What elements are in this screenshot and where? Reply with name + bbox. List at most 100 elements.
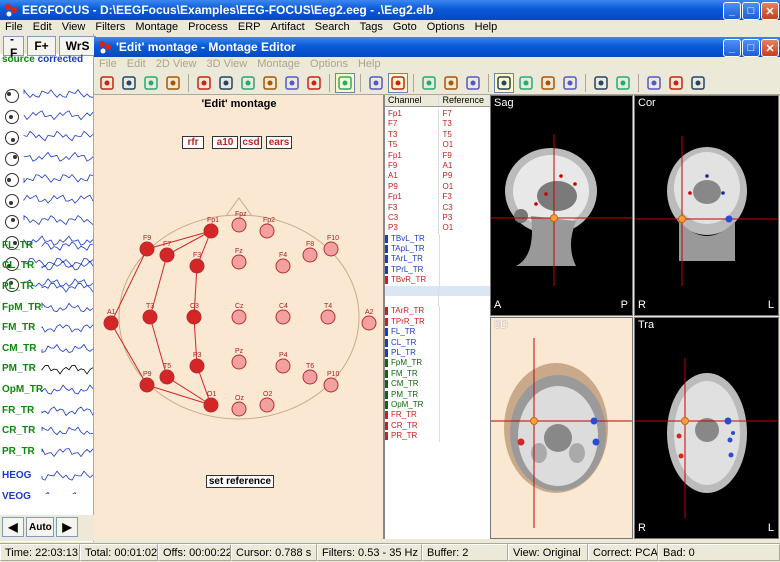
next-page-button[interactable]: ▶ [56, 517, 78, 537]
table-row[interactable] [385, 296, 490, 307]
electrode-p10[interactable]: P10 [323, 371, 340, 393]
header-channel[interactable]: Channel [385, 95, 438, 106]
zoom-v-icon[interactable] [388, 72, 408, 93]
undo-icon[interactable] [97, 73, 117, 93]
electrode-fz[interactable]: Fz [231, 248, 247, 270]
channel-label[interactable]: VEOG [2, 491, 31, 502]
electrode-o1[interactable]: O1 [203, 391, 219, 413]
editor-maximize-button[interactable]: □ [742, 39, 760, 57]
head-a-icon[interactable] [419, 73, 439, 93]
sort-e-icon[interactable] [282, 73, 302, 93]
sort-c-icon[interactable] [238, 73, 258, 93]
electrode-t6[interactable]: T6 [302, 363, 318, 385]
prev-page-button[interactable]: ◀ [2, 517, 24, 537]
sort-b-icon[interactable] [216, 73, 236, 93]
brain-a-icon[interactable] [591, 73, 611, 93]
menu-filters[interactable]: Filters [90, 21, 130, 33]
coronal-view[interactable]: Cor R L [634, 95, 779, 316]
electrode-p3[interactable]: P3 [189, 352, 205, 374]
menu-erp[interactable]: ERP [233, 21, 266, 33]
electrode-f7[interactable]: F7 [159, 241, 175, 263]
table-row[interactable] [385, 285, 490, 297]
table-row[interactable]: T5 O1 [385, 140, 490, 151]
electrode-f9[interactable]: F9 [139, 235, 155, 257]
channel-label[interactable]: FpM_TR [2, 302, 41, 313]
electrode-t4[interactable]: T4 [320, 303, 336, 325]
sort-a-icon[interactable] [194, 73, 214, 93]
table-row[interactable]: TApL_TR [385, 244, 490, 255]
electrode-cz[interactable]: Cz [231, 303, 247, 325]
electrode-fp1[interactable]: Fp1 [203, 217, 219, 239]
pan-icon[interactable] [538, 73, 558, 93]
table-row[interactable]: PM_TR [385, 389, 490, 400]
head-b-icon[interactable] [441, 73, 461, 93]
menu-options[interactable]: Options [422, 21, 470, 33]
montage-2d-view[interactable]: 'Edit' montage rfr a10 csd ears Fp1 Fpz Fp2 F9… [94, 95, 384, 539]
electrode-o2[interactable]: O2 [259, 391, 275, 413]
table-row[interactable]: TArL_TR [385, 254, 490, 265]
editor-close-button[interactable]: ✕ [761, 39, 779, 57]
electrode-p9[interactable]: P9 [139, 371, 155, 393]
channel-label[interactable]: PM_TR [2, 363, 36, 374]
editor-menu-file[interactable]: File [94, 58, 122, 70]
table-row[interactable]: OpM_TR [385, 399, 490, 411]
channel-head-icon[interactable] [4, 193, 20, 209]
channel-head-icon[interactable] [4, 88, 20, 104]
editor-minimize-button[interactable]: _ [723, 39, 741, 57]
menu-help[interactable]: Help [470, 21, 503, 33]
table-row[interactable]: Fp1 F9 [385, 150, 490, 161]
maximize-button[interactable]: □ [742, 2, 760, 20]
channel-label[interactable]: PL_TR [2, 281, 34, 292]
electrode-t3[interactable]: T3 [142, 303, 158, 325]
new-montage-icon[interactable] [119, 73, 139, 93]
transverse-view[interactable]: Tra R L [634, 317, 779, 539]
sort-d-icon[interactable] [260, 73, 280, 93]
table-row[interactable]: CM_TR [385, 379, 490, 390]
threed-view[interactable]: 3D [490, 317, 633, 539]
minus-f-button[interactable]: -F [3, 32, 25, 60]
edit-electrode-icon[interactable] [335, 72, 355, 93]
table-row[interactable]: TPrL_TR [385, 264, 490, 276]
table-row[interactable]: A1 P9 [385, 171, 490, 182]
menu-goto[interactable]: Goto [388, 21, 422, 33]
head-c-icon[interactable] [463, 73, 483, 93]
editor-menu-options[interactable]: Options [305, 58, 353, 70]
table-row[interactable]: Fp1 F3 [385, 192, 490, 203]
table-row[interactable]: Fp1 F7 [385, 109, 490, 120]
add-ref-icon[interactable] [304, 73, 324, 93]
table-row[interactable]: PR_TR [385, 431, 490, 442]
channel-head-icon[interactable] [4, 214, 20, 230]
zoom-icon[interactable] [516, 73, 536, 93]
channel-label[interactable]: OpM_TR [2, 384, 43, 395]
electrode-c4[interactable]: C4 [275, 303, 291, 325]
editor-menu-3d-view[interactable]: 3D View [201, 58, 252, 70]
menu-view[interactable]: View [57, 21, 91, 33]
export-b-icon[interactable] [666, 73, 686, 93]
menu-artifact[interactable]: Artifact [266, 21, 310, 33]
electrode-fpz[interactable]: Fpz [231, 211, 247, 233]
channel-label[interactable]: PR_TR [2, 446, 35, 457]
table-row[interactable]: FR_TR [385, 410, 490, 421]
channel-head-icon[interactable] [4, 151, 20, 167]
menu-search[interactable]: Search [310, 21, 355, 33]
plus-f-button[interactable]: F+ [27, 36, 56, 56]
move-icon[interactable] [494, 72, 514, 93]
channel-head-icon[interactable] [4, 109, 20, 125]
sagittal-view[interactable]: Sag A P [490, 95, 633, 316]
set-reference-button[interactable]: set reference [206, 475, 274, 488]
table-row[interactable]: FpM_TR [385, 358, 490, 369]
channel-label[interactable]: CM_TR [2, 343, 36, 354]
channel-table[interactable]: Channel Reference Fp1 F7 F7 T3 T3 T5 T5 O1 Fp1 F9… [384, 95, 490, 539]
channel-head-icon[interactable] [4, 172, 20, 188]
electrode-pz[interactable]: Pz [231, 348, 247, 370]
editor-menu-montage[interactable]: Montage [252, 58, 305, 70]
table-row[interactable]: TBvR_TR [385, 275, 490, 286]
table-row[interactable]: P9 O1 [385, 181, 490, 193]
table-row[interactable]: TBvL_TR [385, 233, 490, 245]
electrode-fp2[interactable]: Fp2 [259, 217, 275, 239]
save-icon[interactable] [163, 73, 183, 93]
zoom-r-icon[interactable] [366, 73, 386, 93]
editor-menu-2d-view[interactable]: 2D View [151, 58, 202, 70]
table-row[interactable]: P3 O1 [385, 223, 490, 234]
electrode-a2[interactable]: A2 [361, 309, 377, 331]
